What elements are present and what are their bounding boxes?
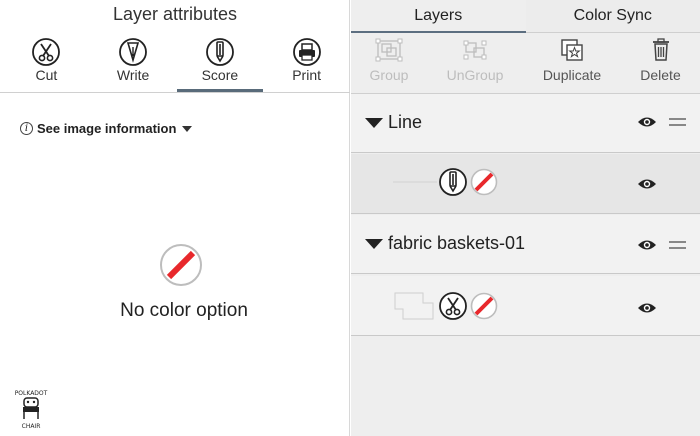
panel-tabs: Layers Color Sync (351, 0, 700, 33)
svg-text:CHAIR: CHAIR (22, 423, 41, 430)
mode-label: Cut (35, 67, 58, 83)
collapse-triangle-icon[interactable] (365, 238, 383, 249)
scissors-icon (32, 38, 61, 66)
no-color-icon[interactable] (470, 292, 498, 320)
duplicate-icon (561, 39, 583, 61)
mode-print[interactable]: Print (263, 36, 350, 92)
mode-label: Print (292, 67, 322, 83)
caret-down-icon (182, 125, 193, 132)
delete-button[interactable]: Delete (621, 34, 700, 93)
layer-group-name[interactable]: Line (365, 112, 422, 133)
layer-group-row[interactable]: Line (351, 94, 700, 153)
eye-icon[interactable] (637, 238, 657, 252)
drag-handle-icon[interactable] (669, 241, 686, 253)
trash-icon (652, 38, 669, 61)
no-color-label: No color option (120, 300, 248, 321)
duplicate-button[interactable]: Duplicate (523, 34, 621, 93)
info-icon: i (20, 122, 33, 135)
layer-child-row[interactable] (351, 154, 700, 214)
tool-label: Duplicate (542, 67, 602, 83)
line-thumbnail (393, 181, 437, 183)
basket-shape-thumbnail (394, 292, 434, 320)
layer-child-row[interactable] (351, 276, 700, 336)
tool-label: Group (369, 67, 409, 83)
tab-layers[interactable]: Layers (351, 0, 526, 33)
layers-toolbar: Group UnGroup Duplicate Delete (351, 34, 700, 94)
score-stylus-icon (205, 38, 234, 66)
eye-icon[interactable] (637, 115, 657, 129)
tool-label: UnGroup (446, 67, 504, 83)
layer-group-label: fabric baskets-01 (388, 233, 526, 253)
info-label: See image information (37, 121, 177, 136)
mode-write[interactable]: Write (90, 36, 177, 92)
layer-attributes-panel: Layer attributes Cut Write Score Print i… (0, 0, 350, 436)
score-stylus-icon (439, 168, 467, 196)
see-image-information-dropdown[interactable]: i See image information (20, 121, 193, 136)
svg-text:POLKADOT: POLKADOT (15, 390, 48, 397)
polkadot-chair-logo: POLKADOT CHAIR (15, 390, 48, 430)
tab-color-sync[interactable]: Color Sync (525, 0, 700, 33)
panel-title: Layer attributes (112, 4, 238, 24)
mode-score[interactable]: Score (176, 36, 264, 92)
pen-icon (119, 38, 148, 66)
eye-icon[interactable] (637, 177, 657, 191)
layer-group-label: Line (388, 112, 423, 132)
layer-group-name[interactable]: fabric baskets-01 (365, 233, 525, 254)
layers-panel: Layers Color Sync Group UnGroup Duplicat… (351, 0, 700, 436)
mode-selector: Cut Write Score Print (0, 36, 350, 92)
group-button[interactable]: Group (351, 34, 427, 93)
no-color-icon (160, 244, 202, 286)
drag-handle-icon[interactable] (669, 118, 686, 130)
layer-group-row[interactable]: fabric baskets-01 (351, 215, 700, 274)
no-color-icon[interactable] (470, 168, 498, 196)
printer-icon (292, 38, 321, 66)
mode-label: Write (116, 67, 150, 83)
eye-icon[interactable] (637, 301, 657, 315)
ungroup-button[interactable]: UnGroup (427, 34, 523, 93)
mode-cut[interactable]: Cut (3, 36, 90, 92)
tool-label: Delete (640, 67, 681, 83)
collapse-triangle-icon[interactable] (365, 117, 383, 128)
mode-label: Score (201, 67, 239, 83)
divider (0, 92, 350, 93)
scissors-icon (439, 292, 467, 320)
ungroup-icon (463, 40, 487, 60)
group-icon (375, 38, 403, 62)
